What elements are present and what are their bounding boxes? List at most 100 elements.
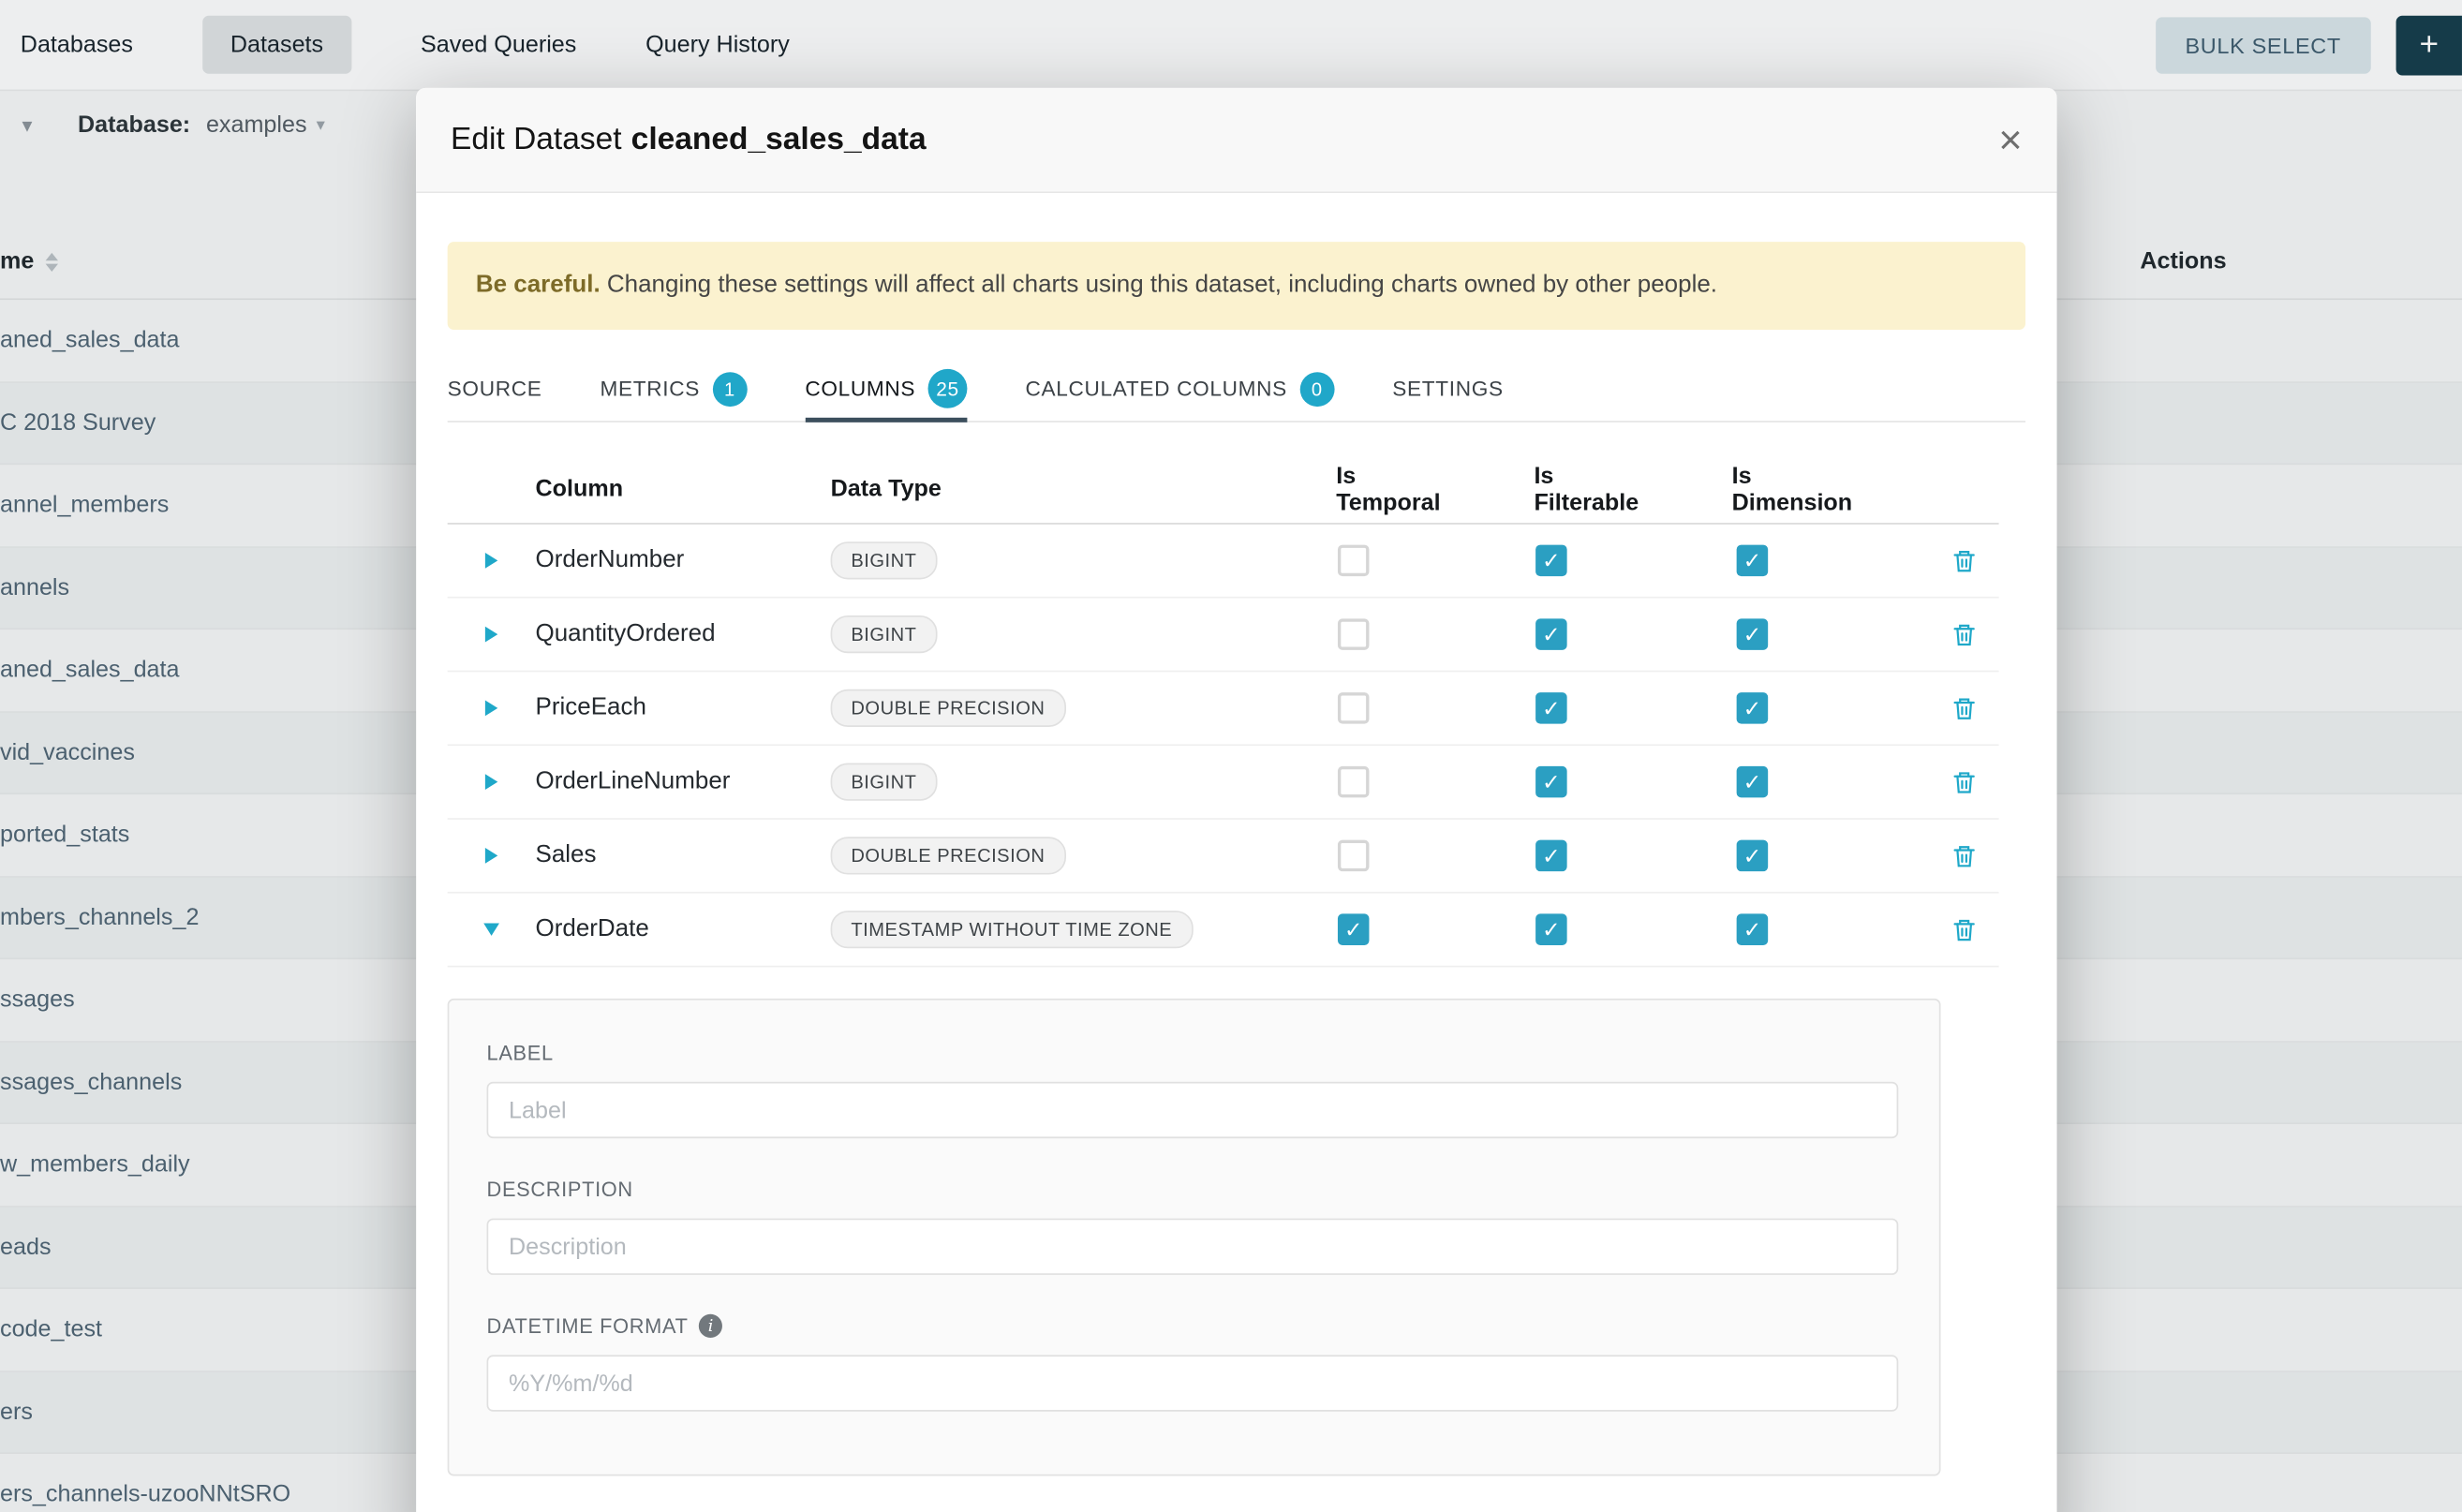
column-row: OrderNumberBIGINT ✓ ✓ [448,525,1999,599]
delete-column-button[interactable] [1854,842,1998,868]
column-editor-panel: LABEL DESCRIPTION DATETIME FORMAT i [448,999,1941,1476]
data-type-badge: BIGINT [831,763,938,801]
is-temporal-checkbox[interactable] [1338,545,1370,577]
delete-column-button[interactable] [1854,916,1998,942]
is-filterable-checkbox[interactable]: ✓ [1535,692,1567,724]
trash-icon [1951,695,1977,721]
chevron-right-icon [485,848,497,864]
header-column: Column [536,476,831,502]
column-row: SalesDOUBLE PRECISION ✓ ✓ [448,820,1999,894]
edit-dataset-modal: Edit Dataset cleaned_sales_data × Be care… [416,88,2056,1512]
modal-body: Be careful. Changing these settings will… [416,242,2056,1475]
label-input[interactable] [487,1082,1899,1138]
delete-column-button[interactable] [1854,695,1998,721]
expand-column-toggle[interactable] [448,553,536,569]
is-dimension-checkbox[interactable]: ✓ [1737,913,1769,945]
data-type-badge: BIGINT [831,615,938,653]
modal-dataset-name: cleaned_sales_data [631,122,927,156]
is-temporal-checkbox[interactable] [1338,766,1370,798]
column-name: OrderNumber [536,546,831,574]
is-filterable-checkbox[interactable]: ✓ [1535,618,1567,650]
is-dimension-checkbox[interactable]: ✓ [1737,840,1769,872]
header-is-temporal: Is Temporal [1254,463,1452,516]
tab-label: METRICS [601,377,701,400]
datetime-format-field: DATETIME FORMAT i [487,1314,1899,1412]
columns-table-body: OrderNumberBIGINT✓✓QuantityOrderedBIGINT… [448,525,2025,968]
modal-title: Edit Dataset cleaned_sales_data [451,122,927,158]
tab-label: COLUMNS [805,377,915,400]
modal-title-prefix: Edit Dataset [451,122,622,156]
column-name: QuantityOrdered [536,620,831,648]
tab-count-badge: 25 [928,369,968,408]
is-temporal-checkbox[interactable]: ✓ [1338,913,1370,945]
is-dimension-checkbox[interactable]: ✓ [1737,618,1769,650]
info-icon[interactable]: i [699,1314,722,1338]
column-name: Sales [536,841,831,869]
tab-columns[interactable]: COLUMNS 25 [805,356,967,421]
tab-metrics[interactable]: METRICS 1 [601,356,748,421]
data-type-badge: TIMESTAMP WITHOUT TIME ZONE [831,911,1193,948]
is-filterable-checkbox[interactable]: ✓ [1535,840,1567,872]
warning-text: Changing these settings will affect all … [607,272,1717,298]
is-filterable-checkbox[interactable]: ✓ [1535,766,1567,798]
tab-label: SETTINGS [1392,377,1504,400]
modal-header: Edit Dataset cleaned_sales_data × [416,88,2056,193]
warning-banner: Be careful. Changing these settings will… [448,242,2025,330]
expand-column-toggle[interactable] [448,923,536,935]
trash-icon [1951,842,1977,868]
delete-column-button[interactable] [1854,768,1998,794]
is-filterable-checkbox[interactable]: ✓ [1535,545,1567,577]
data-type-badge: DOUBLE PRECISION [831,837,1066,874]
tab-calculated-columns[interactable]: CALCULATED COLUMNS 0 [1026,356,1335,421]
warning-bold: Be careful. [476,272,601,298]
expand-column-toggle[interactable] [448,848,536,864]
is-temporal-checkbox[interactable] [1338,692,1370,724]
label-field: LABEL [487,1041,1899,1138]
label-field-label: LABEL [487,1041,1899,1064]
tab-count-badge: 0 [1299,371,1334,406]
is-filterable-checkbox[interactable]: ✓ [1535,913,1567,945]
description-field-label: DESCRIPTION [487,1178,1899,1201]
description-input[interactable] [487,1219,1899,1275]
tab-source[interactable]: SOURCE [448,356,542,421]
datasets-page: DatabasesDatasetsSaved QueriesQuery Hist… [0,0,2462,1512]
trash-icon [1951,916,1977,942]
trash-icon [1951,621,1977,647]
columns-table-header: Column Data Type Is Temporal Is Filterab… [448,455,1999,525]
is-temporal-checkbox[interactable] [1338,618,1370,650]
is-dimension-checkbox[interactable]: ✓ [1737,692,1769,724]
tab-label: CALCULATED COLUMNS [1026,377,1287,400]
data-type-badge: DOUBLE PRECISION [831,689,1066,727]
column-row: OrderLineNumberBIGINT ✓ ✓ [448,746,1999,820]
chevron-right-icon [485,700,497,716]
tab-label: SOURCE [448,377,542,400]
chevron-right-icon [485,553,497,569]
is-temporal-checkbox[interactable] [1338,840,1370,872]
is-dimension-checkbox[interactable]: ✓ [1737,766,1769,798]
header-is-filterable: Is Filterable [1452,463,1650,516]
datetime-field-caption: DATETIME FORMAT [487,1314,689,1338]
delete-column-button[interactable] [1854,621,1998,647]
is-dimension-checkbox[interactable]: ✓ [1737,545,1769,577]
header-data-type: Data Type [831,476,1255,502]
expand-column-toggle[interactable] [448,774,536,790]
datetime-format-input[interactable] [487,1355,1899,1411]
column-row: PriceEachDOUBLE PRECISION✓✓ [448,672,1999,746]
column-row: QuantityOrderedBIGINT ✓ ✓ [448,599,1999,673]
datetime-field-label: DATETIME FORMAT i [487,1314,1899,1338]
trash-icon [1951,547,1977,573]
description-field: DESCRIPTION [487,1178,1899,1275]
column-name: OrderLineNumber [536,768,831,796]
chevron-down-icon [483,923,499,935]
column-name: OrderDate [536,915,831,943]
tab-count-badge: 1 [712,371,747,406]
expand-column-toggle[interactable] [448,700,536,716]
tab-settings[interactable]: SETTINGS [1392,356,1504,421]
column-row: OrderDateTIMESTAMP WITHOUT TIME ZONE ✓ ✓ ✓ [448,894,1999,968]
chevron-right-icon [485,627,497,643]
expand-column-toggle[interactable] [448,627,536,643]
modal-tabs: SOURCE METRICS 1 COLUMNS 25 CALCULATED COLUMN… [448,356,2025,422]
delete-column-button[interactable] [1854,547,1998,573]
close-icon[interactable]: × [1998,119,2022,160]
data-type-badge: BIGINT [831,541,938,579]
